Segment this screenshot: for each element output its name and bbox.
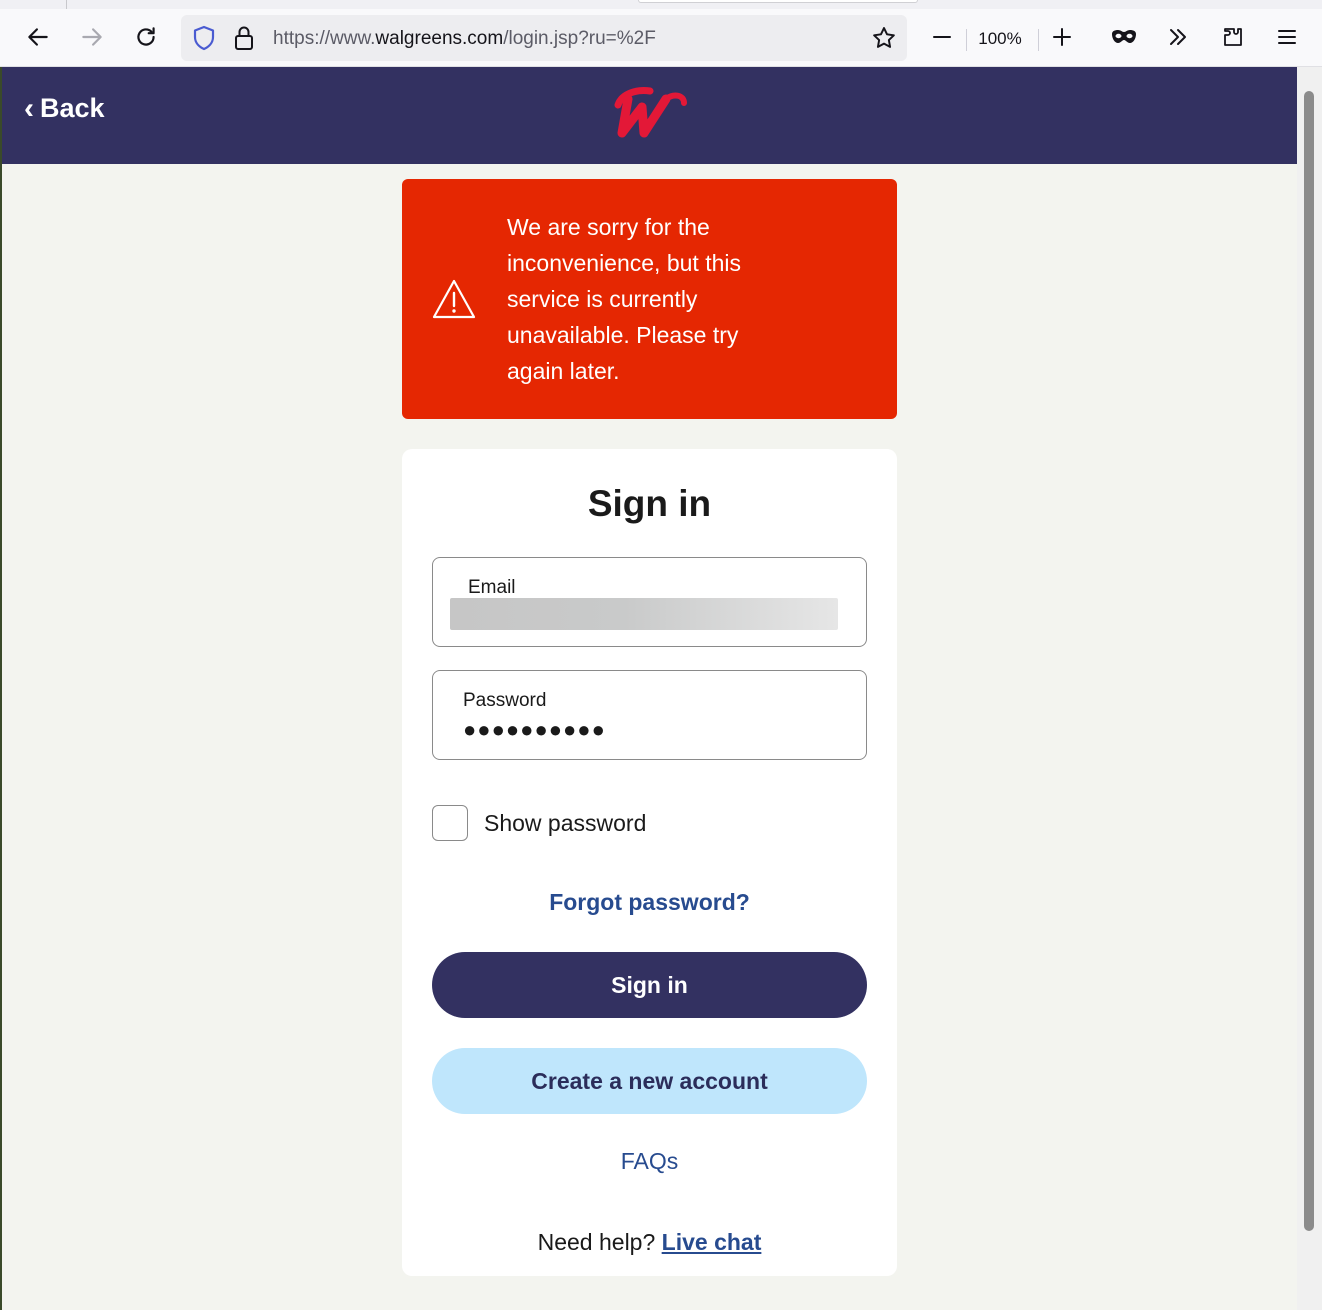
tracking-protection-button[interactable] xyxy=(191,25,217,51)
site-header: ‹ Back xyxy=(2,67,1297,164)
forward-arrow-icon xyxy=(82,28,102,46)
signin-button[interactable]: Sign in xyxy=(432,952,867,1018)
signin-title: Sign in xyxy=(587,483,712,524)
password-input-value[interactable]: ●●●●●●●●●● xyxy=(463,717,606,743)
create-account-button[interactable]: Create a new account xyxy=(432,1048,867,1114)
signin-card: Sign in Email Password ●●●●●●●●●● Show p… xyxy=(402,449,897,1276)
zoom-in-button[interactable] xyxy=(1042,17,1082,57)
help-prefix: Need help? xyxy=(537,1229,656,1255)
menu-icon xyxy=(1278,30,1296,44)
url-text[interactable]: https://www.walgreens.com/login.jsp?ru=%… xyxy=(273,28,656,50)
zoom-in-icon xyxy=(1053,28,1071,46)
alert-message: We are sorry for the inconvenience, but … xyxy=(507,214,741,384)
url-prefix: https://www. xyxy=(273,28,376,49)
shield-icon xyxy=(193,25,215,51)
show-password-checkbox[interactable] xyxy=(432,805,468,841)
page-viewport: ‹ Back We are sorry for the inconvenienc… xyxy=(2,67,1297,1310)
show-password-label[interactable]: Show password xyxy=(484,810,646,837)
zoom-out-icon xyxy=(933,36,951,38)
zoom-separator xyxy=(1038,29,1039,51)
help-line: Need help? Live chat xyxy=(402,1229,897,1256)
url-bar[interactable]: https://www.walgreens.com/login.jsp?ru=%… xyxy=(181,15,907,61)
zoom-separator xyxy=(966,29,967,51)
password-field[interactable]: Password ●●●●●●●●●● xyxy=(432,670,867,760)
overflow-button[interactable] xyxy=(1158,17,1198,57)
back-button[interactable] xyxy=(18,17,58,57)
walgreens-logo[interactable] xyxy=(610,85,690,141)
email-input-value[interactable] xyxy=(450,598,838,630)
show-password-row[interactable]: Show password xyxy=(432,805,646,841)
zoom-out-button[interactable] xyxy=(922,17,962,57)
warning-triangle-icon xyxy=(432,279,476,319)
forgot-password-link[interactable]: Forgot password? xyxy=(402,889,897,916)
page-scrollbar[interactable] xyxy=(1297,67,1322,1310)
extensions-icon xyxy=(1224,28,1242,46)
star-icon xyxy=(873,27,895,48)
url-path: /login.jsp?ru=%2F xyxy=(503,28,656,49)
password-label: Password xyxy=(463,690,547,711)
url-host: walgreens.com xyxy=(375,28,504,49)
bookmark-button[interactable] xyxy=(869,23,899,53)
back-link[interactable]: ‹ Back xyxy=(24,93,105,124)
extensions-button[interactable] xyxy=(1213,17,1253,57)
active-tab-hint[interactable] xyxy=(638,0,918,3)
scrollbar-thumb[interactable] xyxy=(1304,91,1314,1231)
service-unavailable-alert: We are sorry for the inconvenience, but … xyxy=(402,179,897,419)
live-chat-link[interactable]: Live chat xyxy=(662,1229,762,1255)
email-field[interactable]: Email xyxy=(432,557,867,647)
reload-icon xyxy=(137,27,155,46)
menu-button[interactable] xyxy=(1267,17,1307,57)
forward-button[interactable] xyxy=(72,17,112,57)
email-label: Email xyxy=(468,577,516,598)
chevron-left-icon: ‹ xyxy=(24,91,34,125)
overflow-chevrons-icon xyxy=(1170,29,1186,45)
lock-icon xyxy=(235,26,253,50)
tab-strip xyxy=(0,0,1322,9)
tab-divider xyxy=(66,0,67,9)
private-mask-icon xyxy=(1112,30,1136,43)
back-label: Back xyxy=(40,93,105,123)
private-browsing-indicator[interactable] xyxy=(1104,17,1144,57)
browser-toolbar: https://www.walgreens.com/login.jsp?ru=%… xyxy=(0,9,1322,67)
reload-button[interactable] xyxy=(126,17,166,57)
faqs-link[interactable]: FAQs xyxy=(402,1148,897,1175)
zoom-level[interactable]: 100% xyxy=(970,29,1030,49)
back-arrow-icon xyxy=(28,28,48,46)
site-info-button[interactable] xyxy=(231,25,257,51)
